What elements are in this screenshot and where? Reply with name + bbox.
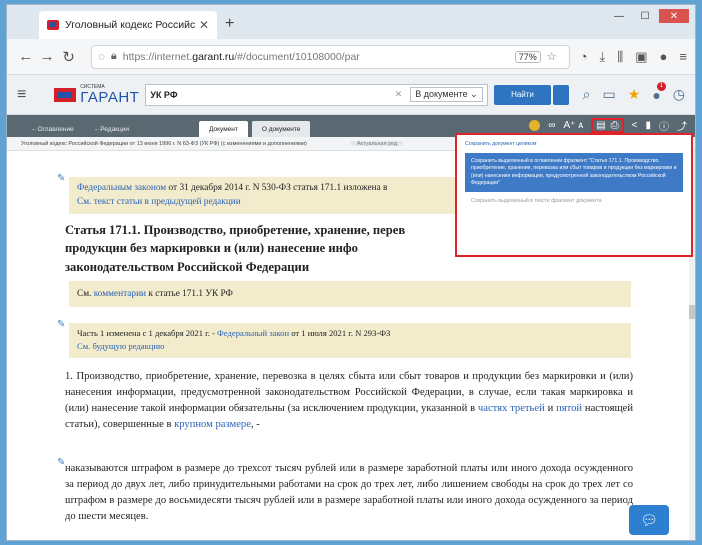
account-icon[interactable]: ●: [660, 49, 668, 65]
edition-crumb[interactable]: Актуальная ред: [350, 141, 404, 147]
window-controls: — ☐ ✕: [607, 9, 689, 23]
search-clear-icon[interactable]: ✕: [395, 89, 403, 100]
garant-favicon-icon: [47, 20, 59, 30]
future-edition-link[interactable]: См. будущую редакцию: [77, 341, 164, 351]
save-print-highlight: ▤ ⎙: [591, 118, 624, 133]
menu-icon[interactable]: ≡: [679, 49, 687, 65]
tab-title: Уголовный кодекс Российс: [65, 19, 195, 31]
forward-arrow-icon[interactable]: →: [36, 48, 57, 65]
favorites-star-icon[interactable]: ★: [628, 86, 641, 103]
federal-law-link[interactable]: Федеральным законом: [77, 183, 166, 193]
browser-window: Уголовный кодекс Российс ✕ + — ☐ ✕ ← → ↻…: [6, 4, 696, 541]
chat-icon: 💬︎: [640, 511, 658, 528]
part-five-link[interactable]: пятой: [556, 403, 582, 414]
garant-toolbar: ≡ СИСТЕМА ГАРАНТ УК РФ ✕ В документе ⌄ На…: [7, 75, 695, 115]
download-icon[interactable]: ⤓: [600, 49, 606, 65]
hamburger-menu-icon[interactable]: ≡: [17, 86, 36, 104]
find-button[interactable]: Найти: [493, 84, 552, 105]
find-options-button[interactable]: [553, 84, 569, 105]
commentary-link[interactable]: комментарии: [94, 289, 146, 299]
garant-toolbar-icons: ⌕ ▭ ★ ● ◷: [583, 81, 685, 103]
pin-icon: ✎: [57, 173, 66, 184]
bookmark-icon[interactable]: ▮: [645, 120, 651, 131]
save-options-popup: Сохранить документ целиком Сохранить выд…: [455, 133, 693, 257]
document-title-crumb: Уголовный кодекс Российской Федерации от…: [21, 141, 307, 147]
commentary-note: См. комментарии к статье 171.1 УК РФ: [69, 281, 631, 308]
browser-toolbar-icons: ◔ ⤓ ⫼ ▣ ● ≡: [580, 49, 687, 65]
tab-about[interactable]: О документе: [251, 121, 311, 137]
reload-icon[interactable]: ↻: [58, 48, 79, 66]
save-selected-text-option[interactable]: Сохранить выделенный в тексте фрагмент д…: [465, 192, 683, 211]
history-icon[interactable]: ◷: [673, 86, 685, 103]
garant-logo-mark: [54, 87, 77, 102]
advanced-search-icon[interactable]: ⌕: [583, 86, 591, 103]
save-icon[interactable]: ▤: [596, 120, 605, 131]
share-icon[interactable]: <: [632, 120, 638, 131]
search-scope-select[interactable]: В документе ⌄: [410, 87, 483, 102]
shield-icon: ◌: [98, 50, 105, 63]
garant-logo[interactable]: СИСТЕМА ГАРАНТ: [54, 84, 139, 105]
font-size-icon[interactable]: A⁺ ᴀ: [564, 120, 584, 131]
garant-search-input[interactable]: УК РФ ✕ В документе ⌄: [145, 83, 488, 106]
sidebar-icon[interactable]: ▣: [635, 49, 647, 65]
zoom-level[interactable]: 77%: [514, 50, 541, 63]
save-contents-fragment-option[interactable]: Сохранить выделенный в оглавлении фрагме…: [465, 153, 683, 193]
search-query: УК РФ: [150, 89, 178, 100]
save-whole-document-option[interactable]: Сохранить документ целиком: [465, 141, 683, 147]
glasses-icon[interactable]: ∞: [548, 120, 555, 131]
info-icon[interactable]: ⓘ: [659, 118, 669, 133]
part-three-link[interactable]: частях третьей: [478, 403, 545, 414]
library-icon[interactable]: ⫼: [617, 49, 623, 65]
scrollbar-thumb[interactable]: [689, 305, 695, 319]
amendment-note-2: Часть 1 изменена с 1 декабря 2021 г. - Ф…: [69, 323, 631, 358]
browser-nav-bar: ← → ↻ ◌ 🔒︎ https://internet.garant.ru/#/…: [7, 39, 695, 75]
window-close-icon[interactable]: ✕: [659, 9, 689, 23]
address-bar[interactable]: ◌ 🔒︎ https://internet.garant.ru/#/docume…: [91, 44, 570, 69]
maximize-icon[interactable]: ☐: [633, 9, 657, 23]
pin-icon: ✎: [57, 319, 66, 330]
url-text: https://internet.garant.ru/#/document/10…: [122, 50, 360, 63]
tab-close-icon[interactable]: ✕: [199, 18, 209, 32]
article-paragraph-1: 1. Производство, приобретение, хранение,…: [65, 371, 633, 430]
browser-tab[interactable]: Уголовный кодекс Российс ✕: [39, 11, 217, 39]
tab-contents[interactable]: ← Оглавление: [21, 121, 84, 137]
chat-icon[interactable]: ▭: [603, 86, 616, 103]
bookmark-star-icon[interactable]: ☆: [547, 50, 557, 63]
notifications-icon[interactable]: ●: [652, 81, 667, 103]
article-paragraph-2: наказываются штрафом в размере до трехсо…: [65, 463, 633, 522]
minimize-icon[interactable]: —: [607, 9, 631, 23]
link-icon[interactable]: ⤴: [677, 118, 687, 133]
chat-support-button[interactable]: 💬︎: [629, 505, 669, 535]
federal-law-link-2[interactable]: Федеральный закон: [217, 328, 289, 338]
tab-document[interactable]: Документ: [199, 121, 248, 137]
lock-icon: 🔒︎: [110, 50, 117, 62]
tab-editions[interactable]: ← Редакции: [84, 121, 139, 137]
browser-tab-bar: Уголовный кодекс Российс ✕ + — ☐ ✕: [7, 5, 695, 39]
previous-edition-link[interactable]: См. текст статьи в предыдущей редакции: [77, 197, 241, 207]
back-arrow-icon[interactable]: ←: [15, 48, 36, 65]
new-tab-button[interactable]: +: [225, 15, 234, 33]
pocket-icon[interactable]: ◔: [580, 49, 588, 65]
print-icon[interactable]: ⎙: [611, 120, 619, 131]
coin-icon[interactable]: [529, 120, 541, 131]
large-size-link[interactable]: крупном размере: [174, 419, 251, 430]
document-toolbar-icons: ∞ A⁺ ᴀ ▤ ⎙ < ▮ ⓘ ⤴: [529, 118, 687, 133]
